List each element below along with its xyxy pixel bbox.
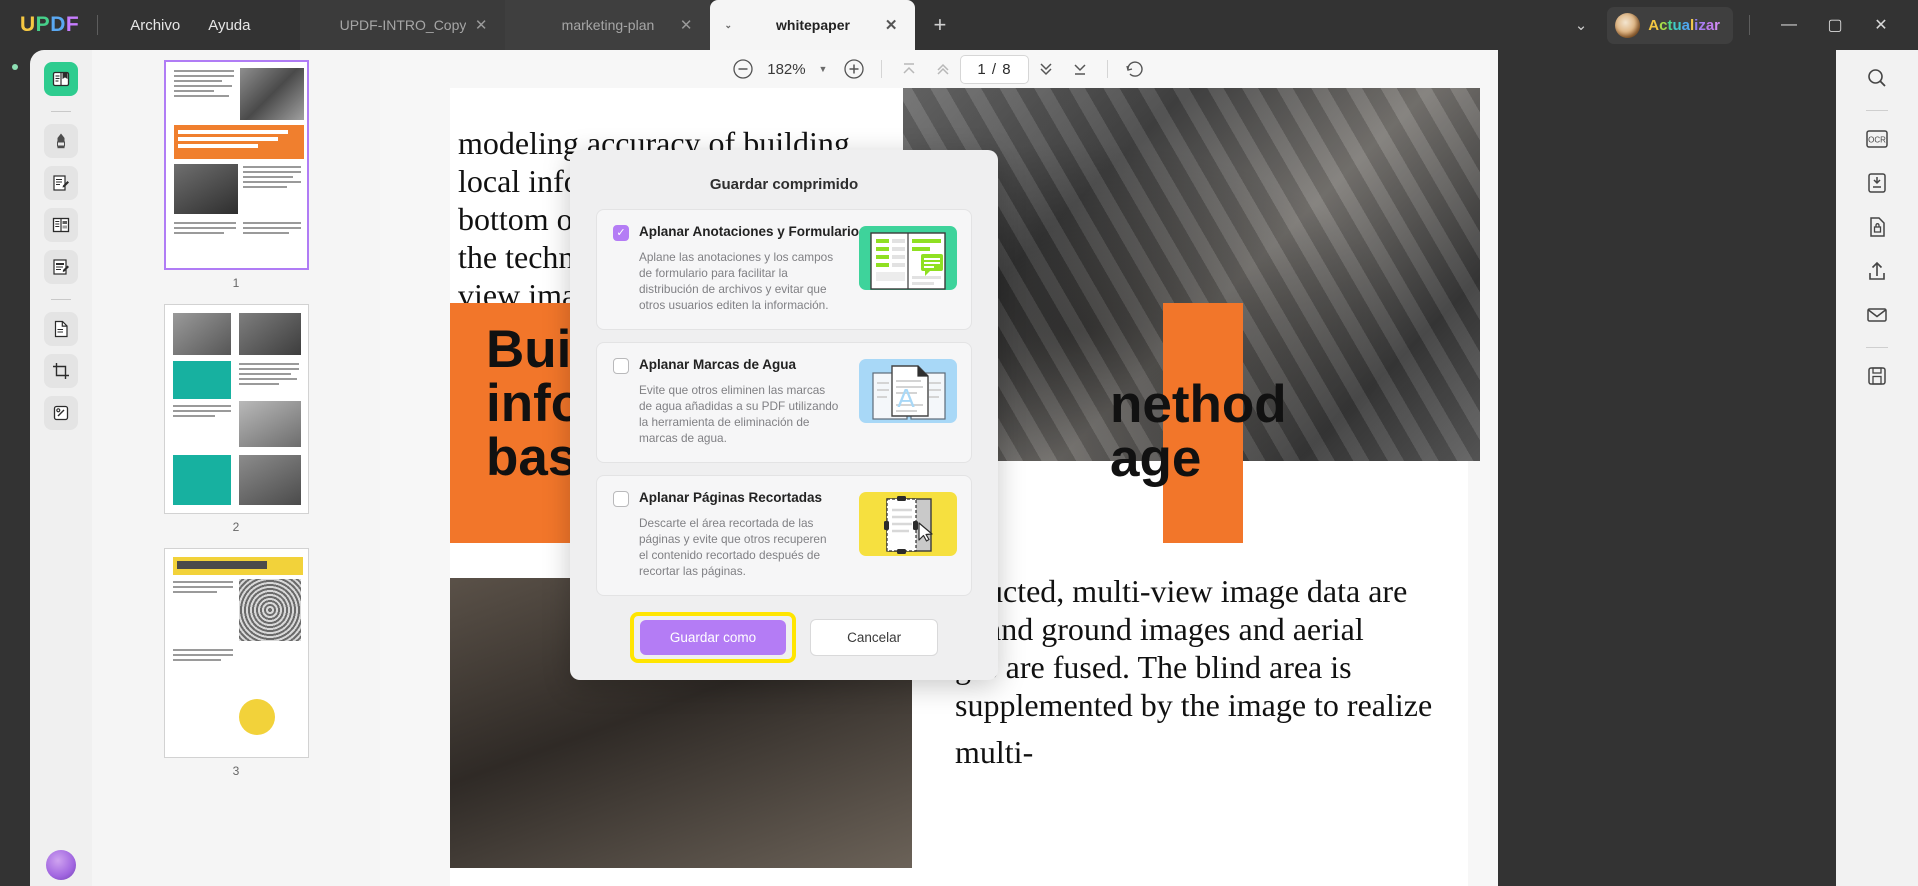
flatten-watermark-thumb: A: [859, 359, 957, 423]
svg-text:A: A: [897, 383, 915, 413]
option-title: Aplanar Marcas de Agua: [639, 357, 797, 372]
cancel-button[interactable]: Cancelar: [810, 619, 939, 656]
dialog-footer: Guardar como Cancelar: [570, 608, 998, 689]
checkbox-flatten-cropped-pages[interactable]: [613, 491, 629, 507]
option-title: Aplanar Anotaciones y Formularios: [639, 224, 867, 239]
checkbox-flatten-watermarks[interactable]: [613, 358, 629, 374]
dialog-body: Aplanar Anotaciones y Formularios Aplane…: [570, 209, 998, 608]
option-flatten-cropped-pages[interactable]: Aplanar Páginas Recortadas Descarte el á…: [596, 475, 972, 596]
option-description: Aplane las anotaciones y los campos de f…: [639, 250, 834, 312]
option-title: Aplanar Páginas Recortadas: [639, 490, 823, 505]
option-flatten-watermarks[interactable]: Aplanar Marcas de Agua Evite que otros e…: [596, 342, 972, 463]
save-as-highlight: Guardar como: [629, 612, 797, 663]
dialog-title: Guardar comprimido: [709, 176, 859, 193]
modal-overlay: Guardar comprimido Aplanar Anotaciones y…: [0, 0, 1918, 886]
option-flatten-annotations[interactable]: Aplanar Anotaciones y Formularios Aplane…: [596, 209, 972, 330]
checkbox-flatten-annotations[interactable]: [613, 225, 629, 241]
updf-application-window: U P D F Archivo Ayuda UPDF-INTRO_Copy ✕ …: [0, 0, 1918, 886]
save-as-button[interactable]: Guardar como: [639, 620, 787, 655]
option-description: Evite que otros eliminen las marcas de a…: [639, 383, 839, 445]
flatten-annotations-thumb: [859, 226, 957, 290]
save-compressed-dialog: Guardar comprimido Aplanar Anotaciones y…: [570, 150, 998, 680]
option-description: Descarte el área recortada de las página…: [639, 516, 827, 578]
flatten-cropped-pages-thumb: [859, 492, 957, 556]
